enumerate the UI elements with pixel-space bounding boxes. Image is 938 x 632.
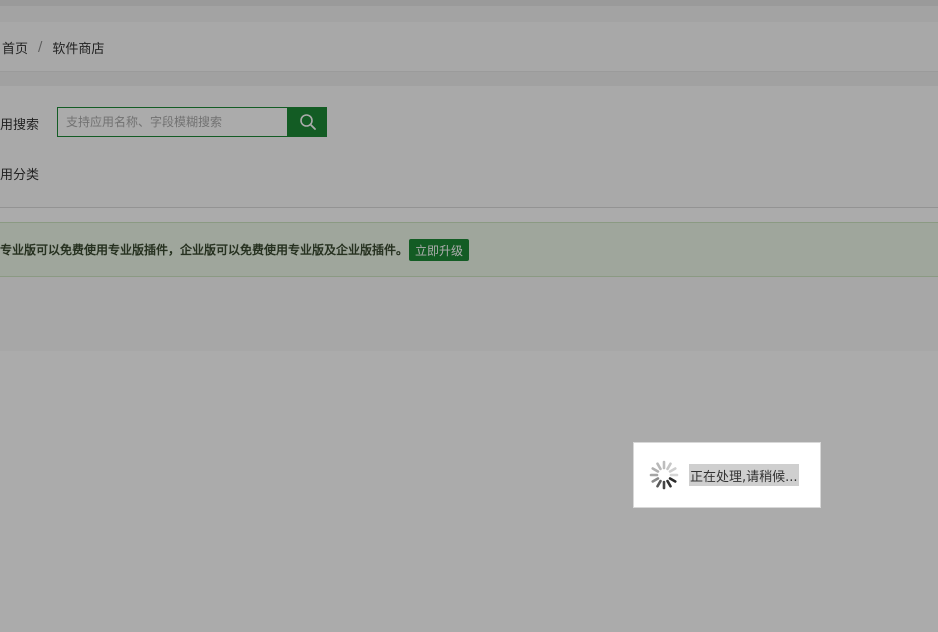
modal-overlay xyxy=(0,0,938,632)
loading-dialog: 正在处理,请稍候... xyxy=(633,442,821,508)
spinner-icon xyxy=(649,460,679,490)
loading-text: 正在处理,请稍候... xyxy=(689,464,799,486)
